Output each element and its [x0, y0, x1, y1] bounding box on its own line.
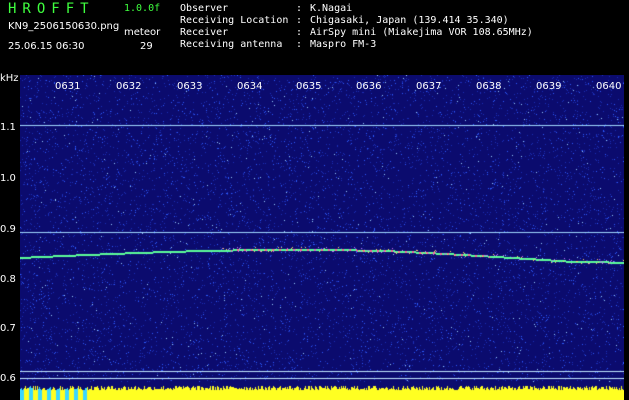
meteor-label: meteor	[124, 27, 161, 38]
info-separator: :	[296, 15, 303, 26]
info-row-antenna: Receiving antenna: Maspro FM-3	[180, 39, 533, 51]
info-key: Receiving antenna	[180, 39, 283, 50]
info-value: Chigasaki, Japan (139.414 35.340)	[310, 15, 509, 26]
x-tick-label: 0639	[536, 81, 562, 92]
file-name: KN9_2506150630.png	[8, 21, 120, 32]
info-separator: :	[296, 27, 303, 38]
info-separator: :	[296, 3, 303, 14]
info-key: Observer	[180, 3, 229, 14]
info-value: AirSpy mini (Miakejima VOR 108.65MHz)	[310, 27, 533, 38]
x-tick-label: 0636	[356, 81, 382, 92]
spectrogram-panel	[20, 75, 624, 400]
info-separator: :	[296, 39, 303, 50]
y-tick-label: 0.9	[0, 224, 16, 235]
y-tick-label: 0.6	[0, 373, 16, 384]
meteor-count: 29	[140, 41, 153, 52]
y-tick-label: 0.8	[0, 274, 16, 285]
x-tick-label: 0635	[296, 81, 322, 92]
x-tick-label: 0633	[177, 81, 203, 92]
speed-label: 1.0.0f	[124, 3, 161, 14]
app-name: HROFFT	[8, 1, 95, 17]
info-row-receiver: Receiver: AirSpy mini (Miakejima VOR 108.…	[180, 27, 533, 39]
x-tick-label: 0632	[116, 81, 142, 92]
info-key: Receiving Location	[180, 15, 289, 26]
y-tick-label: 1.1	[0, 122, 16, 133]
x-tick-label: 0638	[476, 81, 502, 92]
y-tick-label: 1.0	[0, 173, 16, 184]
info-key: Receiver	[180, 27, 229, 38]
spectrogram-canvas	[20, 75, 624, 400]
header-panel: HROFFT 1.0.0f KN9_2506150630.png meteor …	[0, 0, 629, 74]
x-tick-label: 0634	[237, 81, 263, 92]
station-info: Observer: K.Nagai Receiving Location: Chig…	[180, 3, 533, 51]
timestamp: 25.06.15 06:30	[8, 41, 85, 52]
info-value: K.Nagai	[310, 3, 353, 14]
x-tick-label: 0631	[55, 81, 81, 92]
info-row-observer: Observer: K.Nagai	[180, 3, 533, 15]
x-tick-label: 0637	[416, 81, 442, 92]
x-tick-label: 0640	[596, 81, 622, 92]
info-value: Maspro FM-3	[310, 39, 377, 50]
y-axis-unit: kHz	[0, 73, 19, 84]
y-tick-label: 0.7	[0, 323, 16, 334]
info-row-location: Receiving Location: Chigasaki, Japan (139…	[180, 15, 533, 27]
